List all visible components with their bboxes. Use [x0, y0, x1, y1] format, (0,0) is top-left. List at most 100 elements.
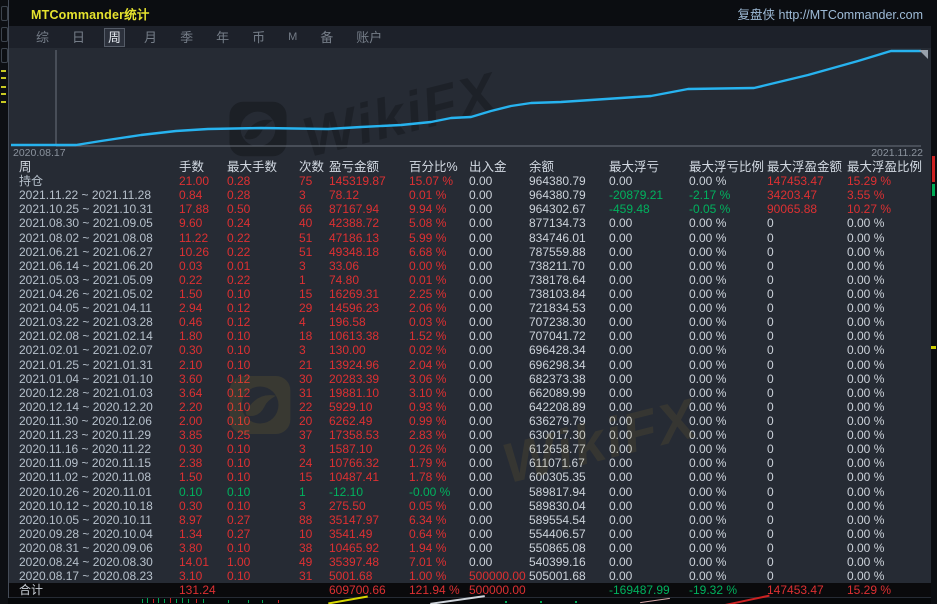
cell: -459.48 [609, 202, 689, 216]
table-row[interactable]: 2021.01.25 ~ 2021.01.312.100.102113924.9… [9, 358, 932, 372]
cell: 0.10 [179, 485, 227, 499]
table-row[interactable]: 2020.09.28 ~ 2020.10.041.340.27103541.49… [9, 527, 932, 541]
cell: 0 [767, 470, 847, 484]
cell: 0.00 [609, 273, 689, 287]
table-row[interactable]: 2020.10.12 ~ 2020.10.180.300.103275.500.… [9, 499, 932, 513]
cell: 14596.23 [329, 301, 409, 315]
cell: 0.00 [469, 414, 529, 428]
balance-line [11, 51, 921, 145]
cell: 196.58 [329, 315, 409, 329]
table-row[interactable]: 2021.10.25 ~ 2021.10.3117.880.506687167.… [9, 202, 932, 216]
cell: 0.00 % [847, 259, 932, 273]
cell: 0.30 [179, 499, 227, 513]
cell: 0.00 % [689, 343, 767, 357]
cell: 1.80 [179, 329, 227, 343]
cell: 3 [299, 188, 329, 202]
cell: 0.00 [609, 400, 689, 414]
menu-item-月[interactable]: 月 [141, 29, 160, 46]
table-row[interactable]: 2020.08.24 ~ 2020.08.3014.011.004935397.… [9, 555, 932, 569]
table-row[interactable]: 2021.06.14 ~ 2021.06.200.030.01333.060.0… [9, 259, 932, 273]
table-row[interactable]: 2021.06.21 ~ 2021.06.2710.260.225149348.… [9, 245, 932, 259]
menu-item-备[interactable]: 备 [317, 29, 336, 46]
cell: 0.00 % [847, 485, 932, 499]
cell: 0.00 [609, 343, 689, 357]
table-row[interactable]: 2021.03.22 ~ 2021.03.280.460.124196.580.… [9, 315, 932, 329]
cell: 2021.08.02 ~ 2021.08.08 [19, 231, 179, 245]
cell: 0.00 [469, 188, 529, 202]
table-row[interactable]: 持仓21.000.2875145319.8715.07 %0.00964380.… [9, 174, 932, 188]
table-row[interactable]: 2020.11.23 ~ 2020.11.293.850.253717358.5… [9, 428, 932, 442]
cell: 0.00 % [689, 527, 767, 541]
cell: 3 [299, 442, 329, 456]
cell: 百分比% [409, 160, 469, 174]
table-row[interactable]: 2021.04.05 ~ 2021.04.112.940.122914596.2… [9, 301, 932, 315]
cell: 0.00 [609, 527, 689, 541]
cell: 0.00 % [847, 428, 932, 442]
cell: 0 [767, 569, 847, 583]
table-row[interactable]: 2020.12.14 ~ 2020.12.202.200.10225929.10… [9, 400, 932, 414]
table-row[interactable]: 2020.11.02 ~ 2020.11.081.500.101510487.4… [9, 470, 932, 484]
cell: 0.00 % [847, 414, 932, 428]
table-row[interactable]: 2021.04.26 ~ 2021.05.021.500.101516269.3… [9, 287, 932, 301]
cell: 0.00 % [689, 499, 767, 513]
table-row[interactable]: 2021.11.22 ~ 2021.11.280.840.28378.120.0… [9, 188, 932, 202]
cell: 0.00 % [847, 555, 932, 569]
brand-link[interactable]: 复盘侠 http://MTCommander.com [738, 4, 923, 23]
cell: 0.00 % [409, 259, 469, 273]
cell: 2021.04.05 ~ 2021.04.11 [19, 301, 179, 315]
menu-item-综[interactable]: 综 [33, 29, 52, 46]
table-row[interactable]: 2020.11.16 ~ 2020.11.220.300.1031587.100… [9, 442, 932, 456]
table-row[interactable]: 2020.11.09 ~ 2020.11.152.380.102410766.3… [9, 456, 932, 470]
cell: 18 [299, 329, 329, 343]
table-row[interactable]: 2020.10.05 ~ 2020.10.118.970.278835147.9… [9, 513, 932, 527]
table-row[interactable]: 2021.01.04 ~ 2021.01.103.600.123020283.3… [9, 372, 932, 386]
cell: 16269.31 [329, 287, 409, 301]
table-row[interactable]: 2020.10.26 ~ 2020.11.010.100.101-12.10-0… [9, 485, 932, 499]
cell: 0.00 [469, 541, 529, 555]
cell: 2.10 [179, 358, 227, 372]
candle-mark [203, 599, 204, 603]
cell: 1.00 % [409, 569, 469, 583]
table-row[interactable]: 2020.08.17 ~ 2020.08.233.100.10315001.68… [9, 569, 932, 583]
statistics-window: MTCommander统计 复盘侠 http://MTCommander.com… [8, 0, 931, 604]
cell: 0.93 % [409, 400, 469, 414]
cell: 0.00 % [689, 358, 767, 372]
menu-item-年[interactable]: 年 [213, 29, 232, 46]
table-row[interactable]: 2021.02.01 ~ 2021.02.070.300.103130.000.… [9, 343, 932, 357]
cell: 35147.97 [329, 513, 409, 527]
cell: 0.00 [469, 372, 529, 386]
cell: 540399.16 [529, 555, 609, 569]
cell: 10.26 [179, 245, 227, 259]
cell: 0.00 [609, 428, 689, 442]
table-row[interactable]: 2021.08.02 ~ 2021.08.0811.220.225147186.… [9, 231, 932, 245]
cell: 0 [767, 428, 847, 442]
cell: 787559.88 [529, 245, 609, 259]
cell: 0.10 [227, 343, 299, 357]
table-row[interactable]: 2021.02.08 ~ 2021.02.141.800.101810613.3… [9, 329, 932, 343]
table-row[interactable]: 2021.05.03 ~ 2021.05.090.220.22174.800.0… [9, 273, 932, 287]
menu-item-M[interactable]: M [285, 29, 300, 46]
cell: 0.00 [469, 202, 529, 216]
cell: 0.00 [609, 499, 689, 513]
table-row[interactable]: 2021.08.30 ~ 2021.09.059.600.244042388.7… [9, 216, 932, 230]
cell: 877134.73 [529, 216, 609, 230]
cell: 2020.11.16 ~ 2020.11.22 [19, 442, 179, 456]
cell: 2021.11.22 ~ 2021.11.28 [19, 188, 179, 202]
cell: 0.22 [227, 273, 299, 287]
menu-item-币[interactable]: 币 [249, 29, 268, 46]
menu-item-账户[interactable]: 账户 [353, 29, 385, 46]
table-row[interactable]: 2020.08.31 ~ 2020.09.063.800.103810465.9… [9, 541, 932, 555]
table-row[interactable]: 2020.11.30 ~ 2020.12.062.000.10206262.49… [9, 414, 932, 428]
menu-item-季[interactable]: 季 [177, 29, 196, 46]
cell: 0.00 % [847, 499, 932, 513]
cell: 0.03 [179, 259, 227, 273]
table-row[interactable]: 2020.12.28 ~ 2021.01.033.640.123119881.1… [9, 386, 932, 400]
menu-item-日[interactable]: 日 [69, 29, 88, 46]
cell: 0.00 [609, 259, 689, 273]
cell: 1 [299, 485, 329, 499]
cell: 2.38 [179, 456, 227, 470]
cell: 2.04 % [409, 358, 469, 372]
candle-mark [248, 600, 249, 603]
menu-item-周[interactable]: 周 [105, 29, 124, 46]
resize-corner-icon[interactable] [919, 50, 928, 59]
